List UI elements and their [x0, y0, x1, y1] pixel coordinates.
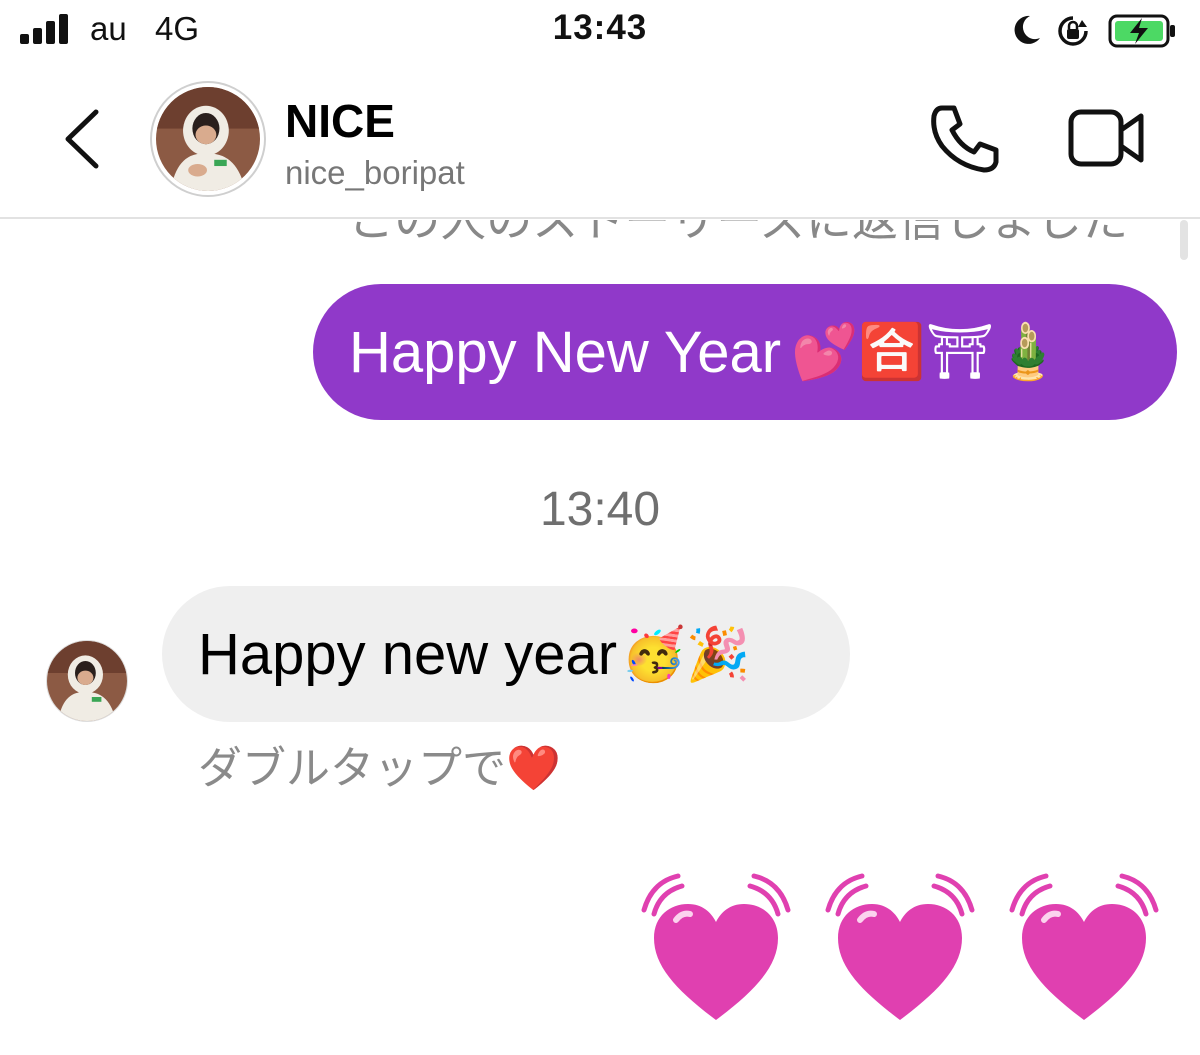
sent-message-emoji: 💕🈴⛩🎍 [791, 321, 1062, 382]
back-button[interactable] [58, 104, 108, 174]
status-bar: au 4G 13:43 [0, 0, 1200, 62]
scrollbar[interactable] [1180, 220, 1188, 260]
sender-avatar[interactable] [46, 640, 128, 722]
double-tap-hint: ダブルタップで❤️ [198, 744, 561, 793]
message-timestamp: 13:40 [539, 483, 661, 536]
avatar-photo [156, 87, 260, 191]
display-name[interactable]: NICE [285, 94, 395, 148]
moon-icon [1014, 15, 1040, 44]
avatar-photo [47, 641, 127, 721]
received-message-text: Happy new year [198, 621, 618, 687]
voice-call-button[interactable] [928, 102, 1000, 174]
sent-message-bubble[interactable]: Happy New Year 💕🈴⛩🎍 [313, 284, 1177, 420]
vibrating-heart-icon[interactable] [820, 870, 980, 1030]
status-icons [1012, 10, 1182, 50]
chat-header: NICE nice_boripat [0, 62, 1200, 219]
story-reply-note: この人のストーリーズに返信しました [348, 220, 1128, 246]
received-message-emoji: 🥳🎉 [621, 625, 751, 684]
reaction-hearts[interactable] [636, 870, 1166, 1040]
message-thread[interactable]: この人のストーリーズに返信しました Happy New Year 💕🈴⛩🎍 13… [0, 220, 1200, 1055]
vibrating-heart-icon[interactable] [636, 870, 796, 1030]
phone-icon [931, 105, 999, 173]
video-call-button[interactable] [1067, 106, 1145, 170]
sent-message-text: Happy New Year [349, 319, 782, 385]
video-camera-icon [1068, 109, 1144, 167]
vibrating-heart-icon[interactable] [1004, 870, 1164, 1030]
username[interactable]: nice_boripat [285, 154, 465, 192]
dm-screen: au 4G 13:43 NICE nice_boripat この人のストーリーズ… [0, 0, 1200, 1055]
received-message-bubble[interactable]: Happy new year 🥳🎉 [162, 586, 850, 722]
back-chevron-icon [65, 109, 99, 169]
orientation-lock-icon [1058, 16, 1088, 46]
battery-charging-icon [1108, 14, 1175, 48]
profile-avatar[interactable] [150, 81, 266, 197]
